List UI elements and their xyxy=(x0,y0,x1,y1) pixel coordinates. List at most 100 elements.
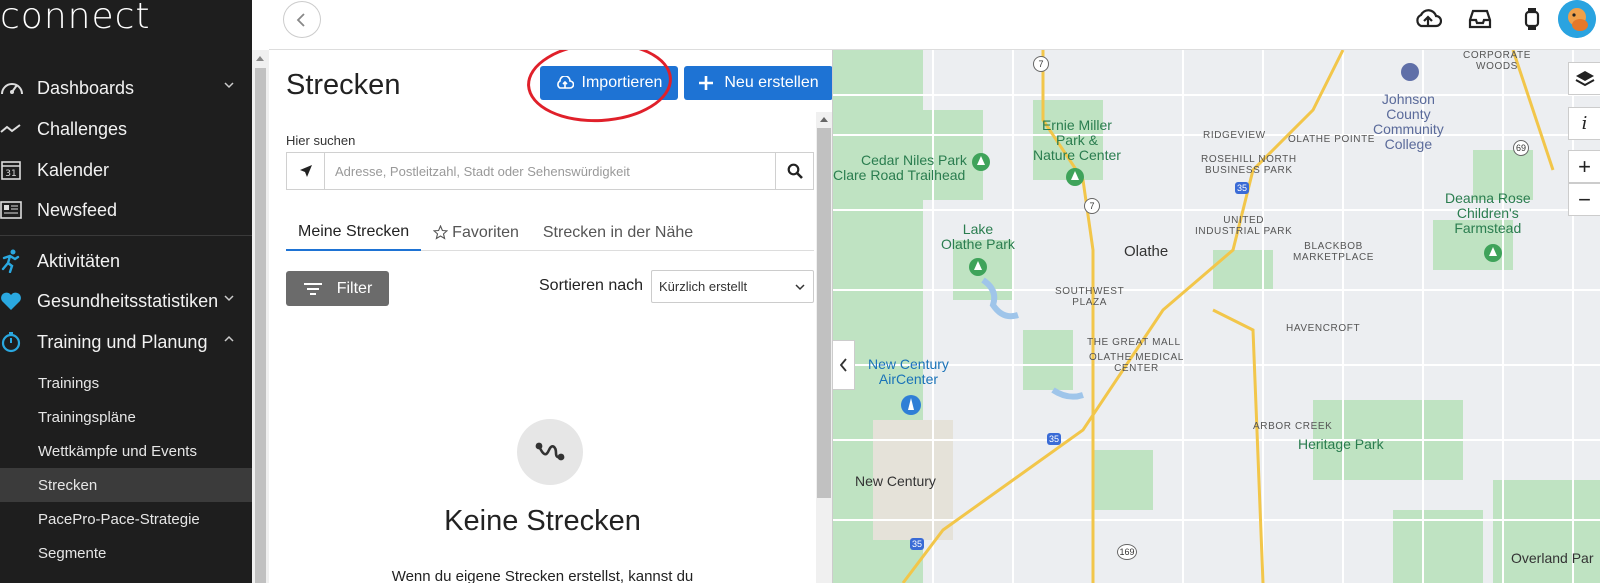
label-text: New Century AirCenter xyxy=(868,356,949,387)
filter-icon xyxy=(303,282,322,295)
sidebar-item-label: Gesundheitsstatistiken xyxy=(37,290,219,311)
sidebar-item-kalender[interactable]: 31 Kalender xyxy=(0,150,252,190)
map-label-blackbob: BLACKBOB MARKETPLACE xyxy=(1293,241,1374,263)
avatar[interactable] xyxy=(1558,0,1596,38)
sidebar-item-challenges[interactable]: Challenges xyxy=(0,109,252,149)
top-bar xyxy=(269,0,1600,50)
sidebar-subitem-strecken[interactable]: Strecken xyxy=(0,468,252,502)
map-label-havencroft: HAVENCROFT xyxy=(1286,323,1361,334)
sidebar-subitem-trainingsplaene[interactable]: Trainingspläne xyxy=(0,400,252,434)
sidebar-item-label: Newsfeed xyxy=(37,199,118,220)
layers-button[interactable] xyxy=(1568,62,1600,95)
chevron-down-icon[interactable] xyxy=(224,293,234,303)
collapse-panel-button[interactable] xyxy=(833,340,855,390)
info-button[interactable]: i xyxy=(1568,107,1600,140)
sidebar: connect Dashboards Challenges 31 Kalende… xyxy=(0,0,252,583)
chevron-up-icon[interactable] xyxy=(224,334,234,344)
import-button[interactable]: Importieren xyxy=(540,66,678,100)
map-label-olathe-medical: OLATHE MEDICAL CENTER xyxy=(1089,352,1184,374)
sidebar-item-dashboards[interactable]: Dashboards xyxy=(0,68,252,108)
filter-button[interactable]: Filter xyxy=(286,271,389,306)
search-icon[interactable] xyxy=(775,153,813,189)
sidebar-item-newsfeed[interactable]: Newsfeed xyxy=(0,190,252,230)
zoom-out-button[interactable]: − xyxy=(1568,183,1600,216)
search-box xyxy=(286,152,814,190)
label-text: BLACKBOB MARKETPLACE xyxy=(1293,241,1375,263)
map-label-clare-road: Clare Road Trailhead xyxy=(833,167,966,183)
map-label-olathe: Olathe xyxy=(1124,243,1169,260)
map-label-olathe-pointe: OLATHE POINTE xyxy=(1288,134,1376,145)
svg-text:31: 31 xyxy=(5,169,16,179)
sidebar-item-aktivitaeten[interactable]: Aktivitäten xyxy=(0,241,252,281)
map-label-united: UNITED INDUSTRIAL PARK xyxy=(1195,215,1292,237)
sidebar-subitem-pacepro[interactable]: PacePro-Pace-Strategie xyxy=(0,502,252,536)
label-text: Deanna Rose Children's Farmstead xyxy=(1445,190,1531,236)
connect-logo[interactable]: connect xyxy=(0,0,151,40)
inbox-icon[interactable] xyxy=(1454,0,1506,38)
map-label-southwest-plaza: SOUTHWEST PLAZA xyxy=(1055,286,1124,308)
runner-icon xyxy=(0,249,37,273)
map-label-ernie-miller: Ernie Miller Park & Nature Center xyxy=(1033,118,1121,163)
scroll-thumb[interactable] xyxy=(255,68,266,583)
create-new-button[interactable]: Neu erstellen xyxy=(684,66,832,100)
stopwatch-icon xyxy=(0,330,37,354)
cloud-upload-icon xyxy=(556,76,574,89)
map-label-rosehill: ROSEHILL NORTH BUSINESS PARK xyxy=(1201,154,1297,176)
sidebar-item-label: Aktivitäten xyxy=(37,250,121,271)
map-label-lake-olathe: Lake Olathe Park xyxy=(941,222,1015,252)
sidebar-item-training-und-planung[interactable]: Training und Planung xyxy=(0,322,252,362)
sidebar-subitem-trainings[interactable]: Trainings xyxy=(0,366,252,400)
calendar-icon: 31 xyxy=(0,158,37,182)
cloud-upload-icon[interactable] xyxy=(1402,0,1454,38)
panel-scrollbar[interactable] xyxy=(816,112,832,583)
layers-icon xyxy=(1575,70,1594,86)
empty-state-text: Wenn du eigene Strecken erstellst, kanns… xyxy=(391,568,694,583)
routes-panel: Strecken Importieren Neu erstellen Hier … xyxy=(269,50,832,583)
plus-icon xyxy=(699,76,714,90)
star-icon xyxy=(433,225,449,240)
newspaper-icon xyxy=(0,198,37,222)
sidebar-divider xyxy=(0,235,252,236)
label-text: SOUTHWEST PLAZA xyxy=(1055,286,1125,308)
sidebar-subitem-wettkaempfe[interactable]: Wettkämpfe und Events xyxy=(0,434,252,468)
zoom-in-button[interactable]: + xyxy=(1568,150,1600,183)
watch-icon[interactable] xyxy=(1506,0,1558,38)
tab-label: Strecken in der Nähe xyxy=(542,223,694,241)
chevron-left-icon xyxy=(839,358,847,372)
sidebar-scrollbar[interactable] xyxy=(252,50,269,583)
interstate-shield: 35 xyxy=(1047,433,1062,445)
back-button[interactable] xyxy=(283,1,321,38)
map-label-overland-park: Overland Par xyxy=(1511,550,1594,566)
label-text: ROSEHILL NORTH BUSINESS PARK xyxy=(1201,154,1297,176)
sidebar-item-gesundheitsstatistiken[interactable]: Gesundheitsstatistiken xyxy=(0,281,252,321)
sidebar-subitem-segmente[interactable]: Segmente xyxy=(0,536,252,570)
chevron-down-icon[interactable] xyxy=(224,80,234,90)
map-label-ridgeview: RIDGEVIEW xyxy=(1203,130,1266,141)
scroll-up-arrow[interactable] xyxy=(256,56,264,61)
search-input[interactable] xyxy=(325,153,775,189)
heart-icon xyxy=(0,289,37,313)
filter-label: Filter xyxy=(336,279,373,297)
scroll-up-arrow[interactable] xyxy=(820,117,828,122)
tab-favoriten[interactable]: Favoriten xyxy=(421,214,531,251)
map-label-corporate-woods: CORPORATE WOODS xyxy=(1463,50,1531,72)
tab-meine-strecken[interactable]: Meine Strecken xyxy=(286,214,422,251)
sort-value: Kürzlich erstellt xyxy=(659,279,748,294)
sidebar-item-label: Training und Planung xyxy=(37,331,208,352)
page-title: Strecken xyxy=(286,69,401,101)
import-button-label: Importieren xyxy=(581,74,663,91)
route-tabs: Meine Strecken Favoriten Strecken in der… xyxy=(286,214,814,251)
map-label-new-century: New Century xyxy=(855,473,936,489)
map[interactable]: CORPORATE WOODS Johnson County Community… xyxy=(832,50,1600,583)
sidebar-item-label: Dashboards xyxy=(37,77,135,98)
sidebar-item-label: Challenges xyxy=(37,118,128,139)
map-label-johnson-county: Johnson County Community College xyxy=(1373,92,1444,152)
route-shield: 69 xyxy=(1513,140,1529,156)
map-label-new-century-aircenter: New Century AirCenter xyxy=(868,357,949,387)
tab-strecken-in-der-naehe[interactable]: Strecken in der Nähe xyxy=(531,214,705,251)
scroll-thumb[interactable] xyxy=(817,128,831,498)
location-arrow-icon[interactable] xyxy=(287,153,325,189)
chevron-down-icon xyxy=(795,284,805,291)
sort-select[interactable]: Kürzlich erstellt xyxy=(651,270,814,303)
interstate-shield: 35 xyxy=(910,538,925,550)
